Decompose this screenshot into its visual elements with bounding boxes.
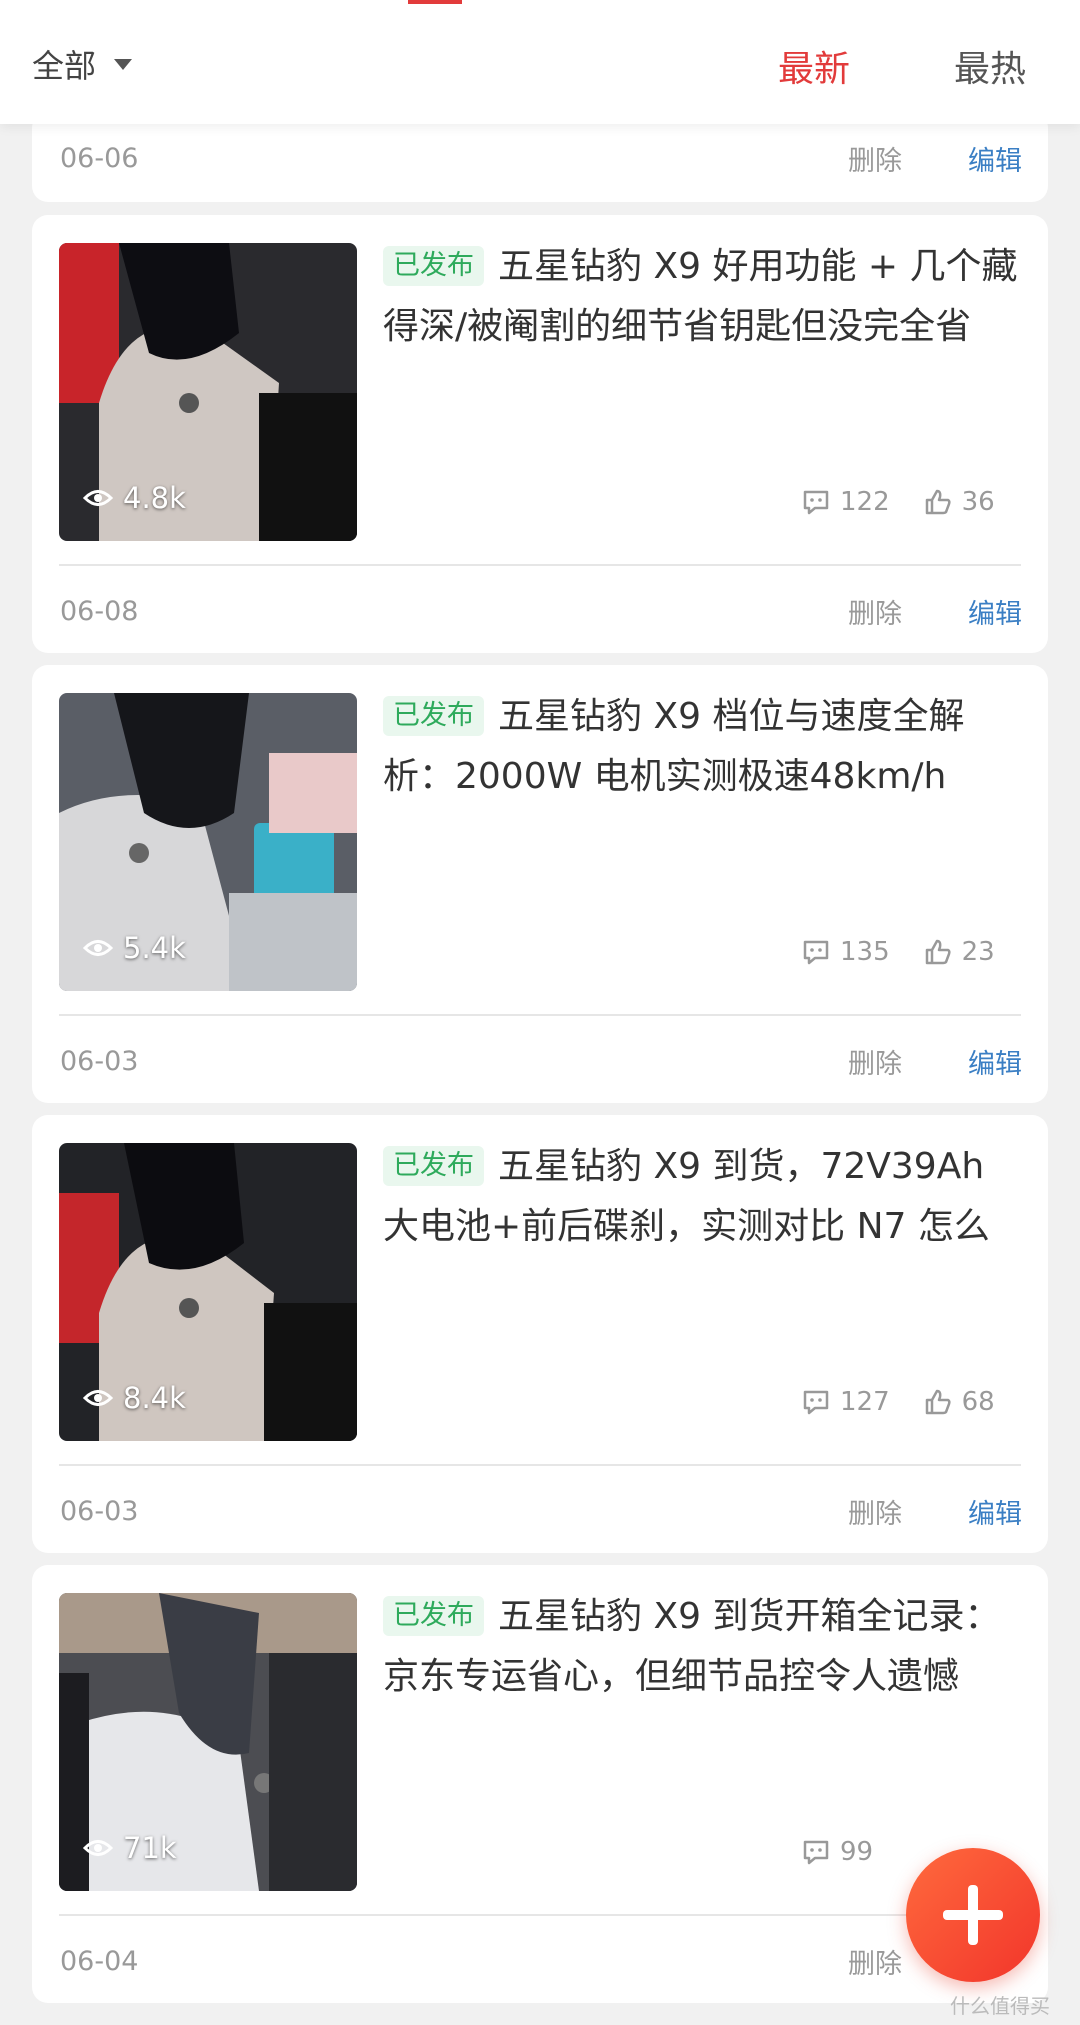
edit-button[interactable]: 编辑	[968, 592, 1022, 631]
comment-stat: 99	[802, 1837, 873, 1867]
article-card[interactable]: 8.4k 已发布 五星钻豹 X9 到货，72V39Ah 大电池+前后碟刹，实测对比…	[32, 1115, 1048, 1553]
article-card[interactable]: 4.8k 已发布 五星钻豹 X9 好用功能 + 几个藏得深/被阉割的细节省钥匙但没…	[32, 215, 1048, 653]
article-thumbnail[interactable]: 71k	[59, 1593, 357, 1891]
eye-icon	[83, 940, 113, 956]
like-stat: 68	[924, 1387, 995, 1417]
article-title[interactable]: 已发布 五星钻豹 X9 档位与速度全解析：2000W 电机实测极速48km/h	[383, 687, 1023, 807]
delete-button[interactable]: 删除	[848, 1492, 902, 1531]
status-badge: 已发布	[383, 1146, 484, 1186]
comment-stat: 122	[802, 487, 890, 517]
comment-icon	[803, 1840, 829, 1865]
like-count: 68	[961, 1387, 995, 1417]
edit-button[interactable]: 编辑	[968, 139, 1022, 178]
article-card[interactable]: 71k 已发布 五星钻豹 X9 到货开箱全记录：京东专运省心，但细节品控令人遗憾 …	[32, 1565, 1048, 2003]
view-count-value: 4.8k	[123, 481, 186, 515]
status-badge: 已发布	[383, 696, 484, 736]
comment-count: 122	[840, 487, 890, 517]
article-stats: 127 68	[802, 1387, 1029, 1417]
delete-button[interactable]: 删除	[848, 592, 902, 631]
article-thumbnail[interactable]: 8.4k	[59, 1143, 357, 1441]
eye-icon	[83, 1390, 113, 1406]
view-count-value: 8.4k	[123, 1381, 186, 1415]
comment-count: 99	[840, 1837, 874, 1867]
thumbs-up-icon	[925, 489, 951, 515]
create-post-button[interactable]	[906, 1848, 1040, 1982]
thumbs-up-icon	[925, 1389, 951, 1415]
publish-date: 06-06	[60, 142, 139, 174]
edit-button[interactable]: 编辑	[968, 1492, 1022, 1531]
caret-down-icon	[114, 58, 133, 70]
status-badge: 已发布	[383, 246, 484, 286]
article-stats: 122 36	[802, 487, 1029, 517]
publish-date: 06-08	[60, 595, 139, 627]
like-stat: 36	[924, 487, 995, 517]
like-count: 36	[961, 487, 995, 517]
comment-icon	[803, 1390, 829, 1415]
status-badge: 已发布	[383, 1596, 484, 1636]
article-title[interactable]: 已发布 五星钻豹 X9 到货，72V39Ah 大电池+前后碟刹，实测对比 N7 怎…	[383, 1137, 1023, 1257]
view-count-value: 5.4k	[123, 931, 186, 965]
divider	[59, 1014, 1021, 1016]
eye-icon	[83, 490, 113, 506]
publish-date: 06-03	[60, 1495, 139, 1527]
view-count-value: 71k	[123, 1831, 177, 1865]
view-count: 8.4k	[83, 1381, 186, 1415]
edit-button[interactable]: 编辑	[968, 1042, 1022, 1081]
article-stats: 99	[802, 1837, 907, 1867]
article-stats: 135 23	[802, 937, 1029, 967]
comment-icon	[803, 940, 829, 965]
view-count: 5.4k	[83, 931, 186, 965]
like-stat: 23	[924, 937, 995, 967]
article-card[interactable]: 5.4k 已发布 五星钻豹 X9 档位与速度全解析：2000W 电机实测极速48k…	[32, 665, 1048, 1103]
delete-button[interactable]: 删除	[848, 139, 902, 178]
article-thumbnail[interactable]: 5.4k	[59, 693, 357, 991]
delete-button[interactable]: 删除	[848, 1942, 902, 1981]
thumbs-up-icon	[925, 939, 951, 965]
filter-label: 全部	[32, 47, 97, 85]
view-count: 4.8k	[83, 481, 186, 515]
view-count: 71k	[83, 1831, 177, 1865]
filter-dropdown[interactable]: 全部	[32, 42, 133, 86]
comment-count: 135	[840, 937, 890, 967]
delete-button[interactable]: 删除	[848, 1042, 902, 1081]
watermark: 什么值得买	[950, 1994, 1050, 2018]
tab-indicator	[408, 0, 462, 4]
comment-stat: 127	[802, 1387, 890, 1417]
sort-hottest-tab[interactable]: 最热	[954, 40, 1026, 92]
article-card: 06-06 删除 编辑	[32, 112, 1048, 202]
like-count: 23	[961, 937, 995, 967]
publish-date: 06-04	[60, 1945, 139, 1977]
comment-stat: 135	[802, 937, 890, 967]
article-thumbnail[interactable]: 4.8k	[59, 243, 357, 541]
divider	[59, 1464, 1021, 1466]
comment-icon	[803, 490, 829, 515]
divider	[59, 1914, 1021, 1916]
divider	[59, 564, 1021, 566]
article-title[interactable]: 已发布 五星钻豹 X9 到货开箱全记录：京东专运省心，但细节品控令人遗憾	[383, 1587, 1023, 1707]
eye-icon	[83, 1840, 113, 1856]
publish-date: 06-03	[60, 1045, 139, 1077]
article-title[interactable]: 已发布 五星钻豹 X9 好用功能 + 几个藏得深/被阉割的细节省钥匙但没完全省	[383, 237, 1023, 357]
top-bar: 全部 最新 最热	[0, 0, 1080, 124]
sort-newest-tab[interactable]: 最新	[778, 40, 850, 92]
comment-count: 127	[840, 1387, 890, 1417]
